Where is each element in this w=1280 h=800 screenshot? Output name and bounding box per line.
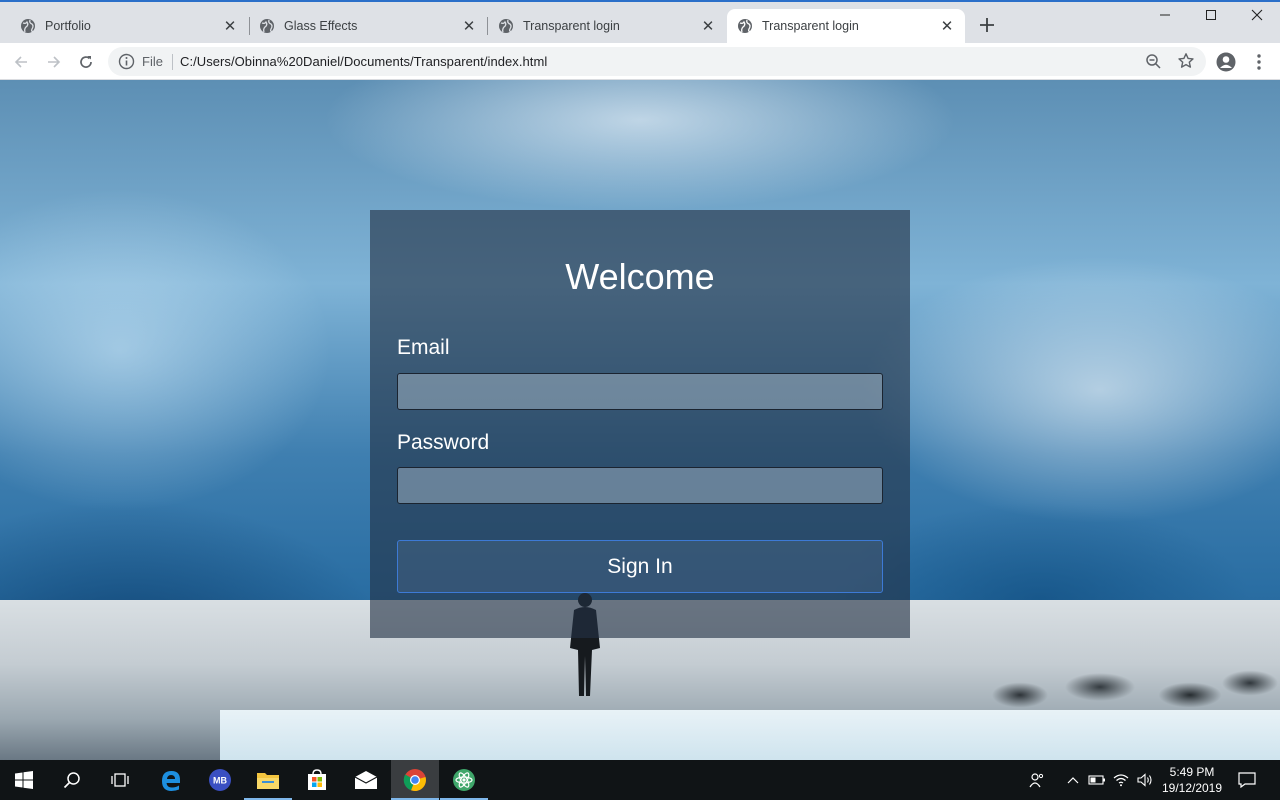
notification-icon: [1238, 772, 1256, 788]
close-tab-icon[interactable]: ✕: [222, 18, 238, 35]
profile-button[interactable]: [1215, 51, 1237, 73]
password-field[interactable]: [397, 467, 883, 504]
globe-icon: [499, 19, 513, 33]
ice-cave-background: Welcome Email Password Sign In: [0, 80, 1280, 760]
zoom-out-icon[interactable]: [1145, 53, 1162, 70]
edge-icon: [162, 771, 181, 791]
tab-transparent-login-active[interactable]: Transparent login ✕: [727, 9, 965, 43]
start-button[interactable]: [0, 760, 48, 800]
tab-title: Transparent login: [523, 19, 620, 33]
edge-button[interactable]: [147, 760, 195, 800]
volume-button[interactable]: [1134, 760, 1156, 800]
back-button[interactable]: [10, 51, 32, 73]
divider: [172, 54, 173, 70]
search-icon: [63, 772, 80, 789]
file-explorer-button[interactable]: [244, 760, 292, 800]
people-button[interactable]: [1024, 760, 1050, 800]
task-view-button[interactable]: [96, 760, 144, 800]
tab-title: Transparent login: [762, 19, 859, 33]
password-label: Password: [397, 431, 490, 454]
menu-button[interactable]: [1248, 51, 1270, 73]
tab-portfolio[interactable]: Portfolio ✕: [10, 9, 248, 43]
store-icon: [308, 769, 326, 790]
browser-tab-strip: Portfolio ✕ Glass Effects ✕ Transparent …: [0, 0, 1280, 43]
globe-icon: [260, 19, 274, 33]
minimize-button[interactable]: [1142, 0, 1188, 30]
mb-app-button[interactable]: MB: [196, 760, 244, 800]
address-bar[interactable]: File C:/Users/Obinna%20Daniel/Documents/…: [108, 47, 1206, 76]
close-tab-icon[interactable]: ✕: [700, 18, 716, 35]
task-view-icon: [111, 773, 129, 787]
windows-start-icon: [15, 771, 33, 789]
kebab-menu-icon: [1257, 54, 1261, 70]
store-button[interactable]: [293, 760, 341, 800]
volume-icon: [1137, 773, 1152, 787]
globe-icon: [738, 19, 752, 33]
clock-date: 19/12/2019: [1161, 781, 1223, 795]
atom-button[interactable]: [440, 760, 488, 800]
chrome-button[interactable]: [391, 760, 439, 800]
login-card: Welcome Email Password Sign In: [370, 210, 910, 638]
account-avatar-icon: [1216, 52, 1236, 72]
browser-toolbar: File C:/Users/Obinna%20Daniel/Documents/…: [0, 43, 1280, 80]
plus-icon: [980, 18, 994, 32]
email-label: Email: [397, 336, 450, 359]
mb-app-icon: MB: [209, 769, 231, 791]
people-icon: [1029, 773, 1044, 788]
system-clock[interactable]: 5:49 PM 19/12/2019: [1156, 764, 1228, 796]
tab-title: Glass Effects: [284, 19, 358, 33]
reload-icon: [80, 56, 92, 68]
clock-time: 5:49 PM: [1169, 765, 1215, 779]
windows-taskbar: MB 5:49 PM 19/12/2019: [0, 760, 1280, 800]
tab-glass-effects[interactable]: Glass Effects ✕: [249, 9, 487, 43]
welcome-heading: Welcome: [565, 256, 715, 297]
maximize-icon: [1206, 10, 1216, 20]
chevron-up-icon: [1067, 777, 1079, 784]
close-icon: [1251, 9, 1263, 21]
maximize-button[interactable]: [1188, 0, 1234, 30]
battery-button[interactable]: [1086, 760, 1108, 800]
chrome-icon: [403, 769, 426, 792]
svg-text:MB: MB: [213, 776, 227, 786]
wifi-icon: [1113, 774, 1129, 787]
close-tab-icon[interactable]: ✕: [939, 18, 955, 35]
rocks: [980, 665, 1280, 725]
bookmark-star-icon[interactable]: [1177, 52, 1195, 70]
file-explorer-icon: [257, 773, 279, 789]
reload-button[interactable]: [75, 51, 97, 73]
email-field[interactable]: [397, 373, 883, 410]
battery-icon: [1088, 775, 1105, 785]
wifi-button[interactable]: [1110, 760, 1132, 800]
mail-button[interactable]: [342, 760, 390, 800]
action-center-button[interactable]: [1234, 760, 1260, 800]
show-hidden-icons-button[interactable]: [1062, 760, 1084, 800]
tab-title: Portfolio: [45, 19, 91, 33]
sign-in-button[interactable]: Sign In: [397, 540, 883, 593]
arrow-left-icon: [14, 56, 27, 68]
close-tab-icon[interactable]: ✕: [461, 18, 477, 35]
search-button[interactable]: [48, 760, 96, 800]
url-text[interactable]: C:/Users/Obinna%20Daniel/Documents/Trans…: [180, 54, 547, 69]
forward-button[interactable]: [43, 51, 65, 73]
close-window-button[interactable]: [1234, 0, 1280, 30]
minimize-icon: [1160, 14, 1170, 16]
url-scheme-label: File: [142, 54, 163, 69]
info-icon[interactable]: [118, 53, 135, 70]
tab-transparent-login[interactable]: Transparent login ✕: [488, 9, 726, 43]
globe-icon: [21, 19, 35, 33]
mail-icon: [354, 771, 378, 789]
arrow-right-icon: [48, 56, 61, 68]
new-tab-button[interactable]: [976, 14, 998, 36]
atom-icon: [453, 769, 475, 791]
